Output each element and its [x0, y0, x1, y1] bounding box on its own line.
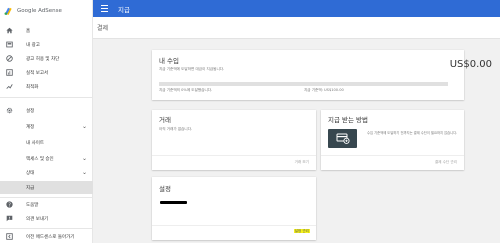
sidebar-item-label: 상태	[26, 170, 35, 176]
threshold-progress-bar	[159, 82, 448, 86]
optimize-icon	[6, 83, 13, 90]
chevron-down-icon: ⌄	[81, 169, 87, 176]
chevron-down-icon: ⌄	[81, 155, 87, 162]
adsense-logo-icon	[4, 6, 13, 15]
manage-settings-link[interactable]: 설정 관리	[293, 229, 310, 234]
view-transactions-link[interactable]: 거래 보기	[295, 160, 309, 165]
sidebar-item-label: 의견 보내기	[26, 216, 49, 222]
payment-method-description: 수입 기준액에 도달하기 전까지는 결제 수단이 필요하지 않습니다.	[367, 131, 458, 135]
settings-card: 설정 설정 관리	[152, 177, 316, 240]
sidebar-item-label: 홈	[26, 28, 31, 34]
sidebar-divider	[0, 97, 93, 98]
top-app-bar: 지급	[93, 0, 500, 17]
breadcrumb-bar: 결제	[93, 17, 500, 39]
redacted-text	[160, 201, 187, 204]
sidebar-item-label: 계정	[26, 124, 35, 130]
brand[interactable]: Google AdSense	[0, 0, 92, 21]
sidebar-item-label: 지급	[26, 185, 35, 191]
sidebar-item-settings[interactable]: 설정	[0, 104, 93, 117]
block-icon	[6, 55, 13, 62]
earnings-description: 지급 기준액에 도달하면 대금이 지급됩니다.	[159, 67, 225, 71]
sidebar-item-feedback[interactable]: 의견 보내기	[0, 212, 93, 225]
sidebar-divider	[0, 228, 93, 229]
transactions-description: 아직 거래가 없습니다.	[159, 127, 193, 131]
brand-name: Google AdSense	[17, 7, 62, 14]
card-divider	[152, 225, 316, 226]
sidebar: Google AdSense 홈 내 광고 광고 허용 및 차단 실적 보고서 …	[0, 0, 93, 243]
sidebar-item-status[interactable]: 상태 ⌄	[0, 166, 93, 179]
settings-title: 설정	[159, 185, 171, 193]
threshold-progress-caption: 지급 기준액의 0%에 도달했습니다.	[159, 88, 213, 92]
page-title: 결제	[97, 25, 109, 32]
payment-method-title: 지급 받는 방법	[328, 116, 369, 124]
home-icon	[6, 27, 13, 34]
svg-text:?: ?	[8, 202, 11, 208]
sidebar-item-legacy-adsense[interactable]: 이전 애드센스로 돌아가기	[0, 230, 93, 243]
sidebar-item-label: 도움말	[26, 202, 39, 208]
feedback-icon	[6, 215, 13, 222]
sidebar-item-payments[interactable]: 지급	[0, 181, 93, 194]
gear-icon	[6, 107, 13, 114]
sidebar-item-my-ads[interactable]: 내 광고	[0, 38, 93, 51]
sidebar-item-access[interactable]: 액세스 및 승인 ⌄	[0, 152, 93, 165]
sidebar-item-label: 실적 보고서	[26, 70, 49, 76]
sidebar-item-optimize[interactable]: 최적화	[0, 80, 93, 93]
transactions-card: 거래 아직 거래가 없습니다. 거래 보기	[152, 110, 316, 170]
card-divider	[152, 155, 316, 156]
chevron-down-icon: ⌄	[81, 123, 87, 130]
earnings-title: 내 수입	[159, 57, 180, 65]
sidebar-item-help[interactable]: ? 도움말	[0, 198, 93, 211]
transactions-title: 거래	[159, 116, 171, 124]
card-divider	[321, 155, 464, 156]
sidebar-item-ad-block[interactable]: 광고 허용 및 차단	[0, 52, 93, 65]
sidebar-item-my-sites[interactable]: 내 사이트	[0, 136, 93, 149]
manage-settings-link-text[interactable]: 설정 관리	[293, 229, 310, 233]
sidebar-item-label: 설정	[26, 108, 35, 114]
manage-payment-methods-link[interactable]: 결제 수단 관리	[435, 160, 457, 165]
earnings-amount: US$0.00	[449, 59, 492, 70]
earnings-card: 내 수입 지급 기준액에 도달하면 대금이 지급됩니다. 지급 기준액의 0%에…	[152, 50, 464, 100]
sidebar-item-label: 내 사이트	[26, 140, 44, 146]
payment-card-icon	[328, 129, 357, 148]
sidebar-item-label: 이전 애드센스로 돌아가기	[26, 234, 75, 240]
sidebar-item-label: 광고 허용 및 차단	[26, 56, 60, 62]
sidebar-item-reports[interactable]: 실적 보고서	[0, 66, 93, 79]
sidebar-item-home[interactable]: 홈	[0, 24, 93, 37]
sidebar-item-label: 액세스 및 승인	[26, 156, 54, 162]
sidebar-item-account[interactable]: 계정 ⌄	[0, 120, 93, 133]
sidebar-item-label: 최적화	[26, 84, 39, 90]
menu-icon[interactable]	[101, 5, 108, 12]
back-icon	[6, 233, 13, 240]
sidebar-item-label: 내 광고	[26, 42, 40, 48]
ads-icon	[6, 41, 13, 48]
report-icon	[6, 69, 13, 76]
page-heading: 지급	[118, 5, 130, 14]
help-icon: ?	[6, 201, 13, 208]
threshold-amount-caption: 지급 기준액: US$100.00	[304, 88, 344, 92]
